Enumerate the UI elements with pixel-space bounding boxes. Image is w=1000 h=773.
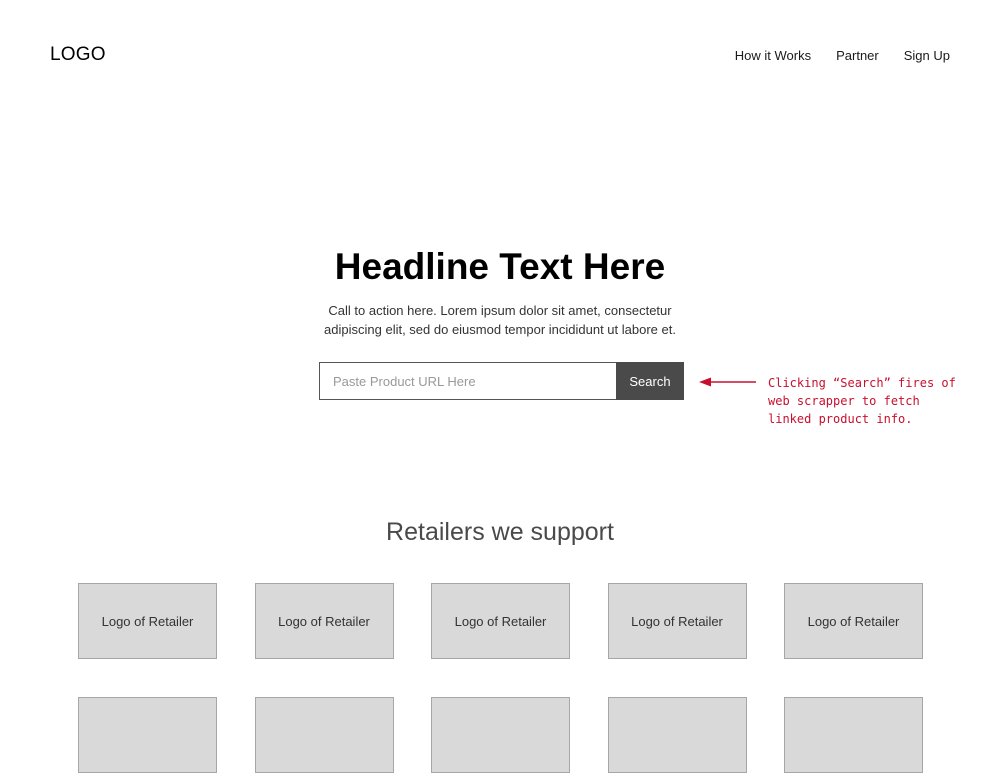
retailer-logo-tile: Logo of Retailer (78, 583, 217, 659)
annotation-line: web scrapper to fetch (768, 394, 920, 408)
product-url-search-form: Search (319, 362, 684, 400)
search-button[interactable]: Search (616, 362, 684, 400)
retailer-grid: Logo of Retailer Logo of Retailer Logo o… (78, 583, 923, 773)
nav-link-sign-up[interactable]: Sign Up (904, 47, 950, 64)
hero-headline: Headline Text Here (334, 246, 666, 287)
annotation-line: linked product info. (768, 412, 913, 426)
nav-link-partner[interactable]: Partner (836, 47, 879, 64)
retailers-section-title: Retailers we support (386, 518, 614, 546)
retailer-logo-tile: Logo of Retailer (431, 583, 570, 659)
retailer-logo-tile (78, 697, 217, 773)
site-logo[interactable]: LOGO (50, 44, 106, 66)
retailer-logo-tile (431, 697, 570, 773)
retailer-logo-tile: Logo of Retailer (254, 583, 394, 659)
retailer-logo-tile: Logo of Retailer (784, 583, 923, 659)
hero-cta-text: Call to action here. Lorem ipsum dolor s… (324, 303, 676, 337)
annotation-note: Clicking “Search” fires of web scrapper … (768, 374, 956, 428)
retailer-logo-tile: Logo of Retailer (607, 583, 747, 659)
main-nav: How it Works Partner Sign Up (735, 47, 950, 64)
retailer-logo-tile (607, 697, 747, 773)
annotation-arrow-icon (699, 377, 756, 387)
nav-link-how-it-works[interactable]: How it Works (735, 47, 811, 64)
product-url-input[interactable] (319, 362, 616, 400)
annotation-line: Clicking “Search” fires of (768, 376, 956, 390)
retailer-logo-tile (784, 697, 923, 773)
retailer-logo-tile (254, 697, 394, 773)
